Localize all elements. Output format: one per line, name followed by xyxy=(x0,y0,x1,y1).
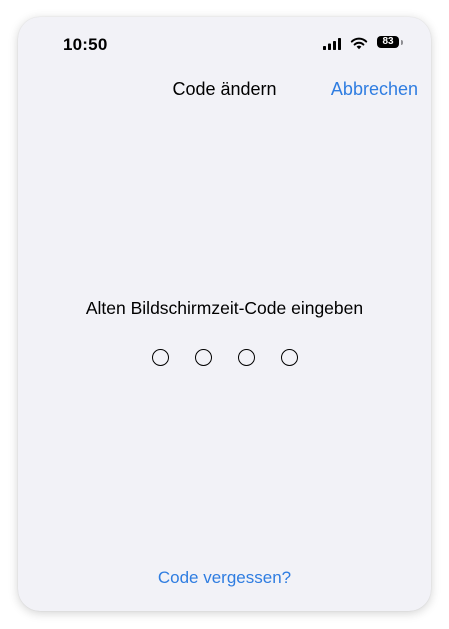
phone-screen: 10:50 83 Code ändern Abbrechen Alten Bil… xyxy=(18,17,431,611)
passcode-dot xyxy=(237,349,255,366)
cancel-button[interactable]: Abbrechen xyxy=(331,79,418,100)
status-time: 10:50 xyxy=(63,35,108,54)
wifi-icon xyxy=(350,37,368,50)
battery-cap xyxy=(401,40,403,45)
passcode-prompt: Alten Bildschirmzeit-Code eingeben xyxy=(85,298,364,318)
battery-level: 83 xyxy=(377,36,399,48)
passcode-dot xyxy=(151,349,169,366)
battery-icon: 83 xyxy=(377,36,404,50)
passcode-dots[interactable] xyxy=(18,349,431,366)
passcode-dot xyxy=(280,349,298,366)
status-bar: 10:50 83 xyxy=(18,17,431,67)
cellular-signal-icon xyxy=(323,38,341,50)
passcode-dot xyxy=(194,349,212,366)
forgot-code-link[interactable]: Code vergessen? xyxy=(18,568,431,588)
